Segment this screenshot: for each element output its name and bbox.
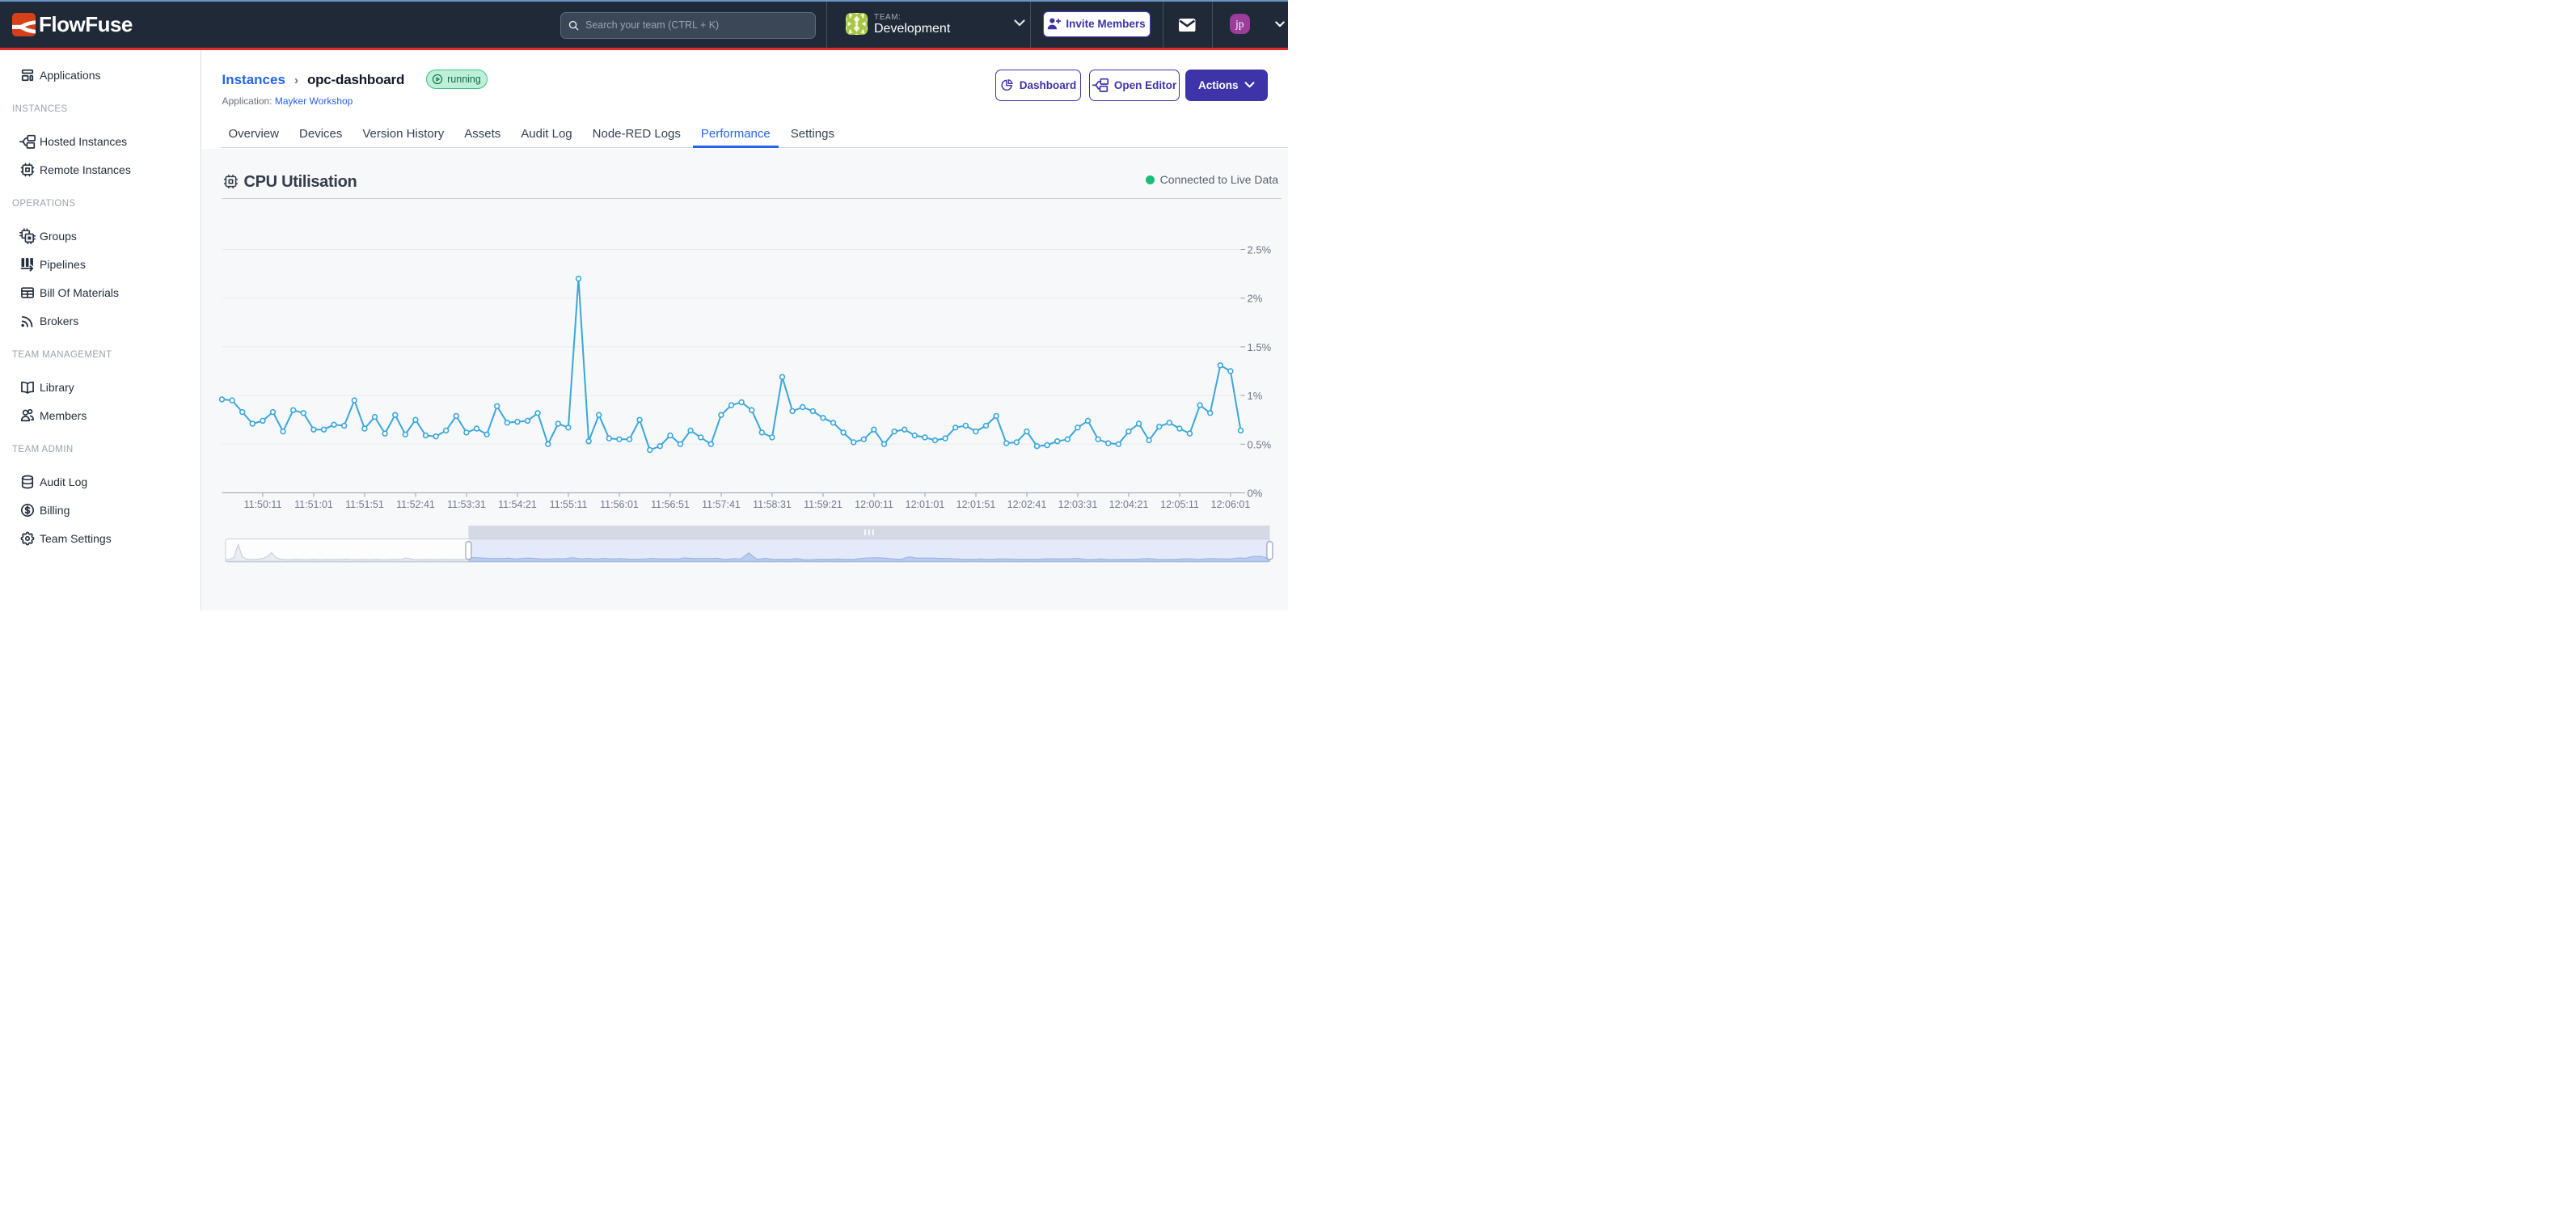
svg-text:11:56:01: 11:56:01 <box>600 499 639 510</box>
svg-text:1.5%: 1.5% <box>1247 341 1271 353</box>
svg-text:11:58:31: 11:58:31 <box>753 499 792 510</box>
svg-text:11:51:51: 11:51:51 <box>345 499 384 510</box>
svg-text:2.5%: 2.5% <box>1247 244 1271 256</box>
svg-text:1%: 1% <box>1247 390 1262 402</box>
svg-text:11:52:41: 11:52:41 <box>396 499 435 510</box>
svg-text:11:57:41: 11:57:41 <box>702 499 741 510</box>
svg-text:12:04:21: 12:04:21 <box>1109 499 1148 510</box>
svg-text:0%: 0% <box>1247 488 1262 500</box>
svg-text:12:01:51: 12:01:51 <box>956 499 995 510</box>
svg-text:12:02:41: 12:02:41 <box>1007 499 1046 510</box>
svg-text:11:51:01: 11:51:01 <box>294 499 333 510</box>
svg-text:11:54:21: 11:54:21 <box>498 499 537 510</box>
svg-text:11:55:11: 11:55:11 <box>549 499 587 510</box>
svg-text:11:56:51: 11:56:51 <box>651 499 690 510</box>
svg-text:12:05:11: 12:05:11 <box>1160 499 1199 510</box>
svg-text:2%: 2% <box>1247 293 1262 305</box>
svg-text:11:53:31: 11:53:31 <box>447 499 486 510</box>
svg-text:11:50:11: 11:50:11 <box>243 499 281 510</box>
svg-text:11:59:21: 11:59:21 <box>804 499 842 510</box>
svg-text:12:06:01: 12:06:01 <box>1210 499 1250 510</box>
svg-text:12:03:31: 12:03:31 <box>1058 499 1097 510</box>
svg-text:12:01:01: 12:01:01 <box>905 499 944 510</box>
svg-text:0.5%: 0.5% <box>1247 438 1271 450</box>
svg-text:12:00:11: 12:00:11 <box>855 499 893 510</box>
